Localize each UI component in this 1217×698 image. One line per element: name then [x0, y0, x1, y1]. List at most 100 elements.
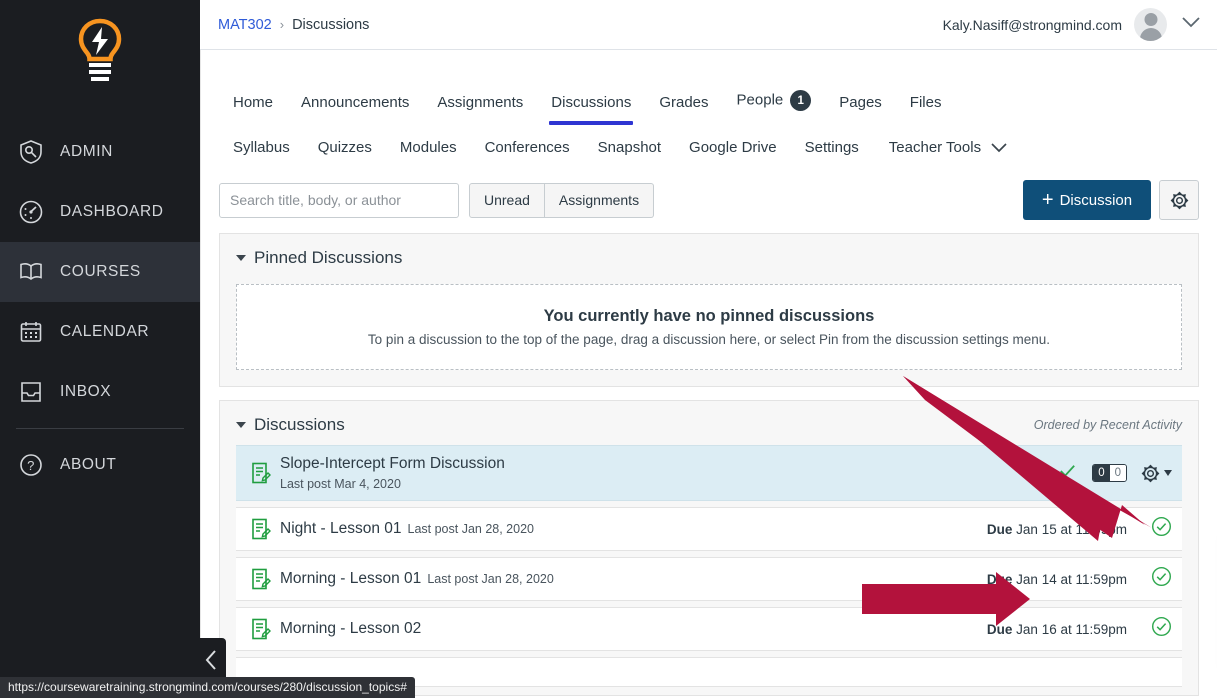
- top-bar-right: Kaly.Nasiff@strongmind.com: [943, 8, 1203, 41]
- discussion-main: Night - Lesson 01Last post Jan 28, 2020: [274, 520, 987, 538]
- gauge-icon: [16, 197, 46, 227]
- course-nav-row-2: Syllabus Quizzes Modules Conferences Sna…: [219, 131, 1199, 164]
- pinned-empty-dropzone[interactable]: You currently have no pinned discussions…: [236, 284, 1182, 370]
- tab-home[interactable]: Home: [219, 86, 287, 125]
- sidebar-item-about[interactable]: ? ABOUT: [0, 435, 200, 495]
- course-panel: Home Announcements Assignments Discussio…: [200, 50, 1217, 698]
- breadcrumb-course-link[interactable]: MAT302: [218, 17, 272, 33]
- question-circle-icon: ?: [16, 450, 46, 480]
- tab-snapshot[interactable]: Snapshot: [584, 131, 675, 164]
- pinned-discussions-section: Pinned Discussions You currently have no…: [219, 233, 1199, 387]
- tab-quizzes[interactable]: Quizzes: [304, 131, 386, 164]
- sidebar-item-admin[interactable]: ADMIN: [0, 122, 200, 182]
- tab-pages[interactable]: Pages: [825, 86, 896, 125]
- discussion-title[interactable]: Morning - Lesson 01 Last post Jan 28, 202…: [280, 570, 987, 588]
- tab-people[interactable]: People1: [723, 82, 826, 125]
- discussion-main: Morning - Lesson 02: [274, 620, 987, 638]
- teacher-tools-menu[interactable]: Teacher Tools: [889, 139, 1009, 156]
- tab-label: Modules: [400, 139, 457, 156]
- discussion-main: Morning - Lesson 01 Last post Jan 28, 202…: [274, 570, 987, 588]
- tab-syllabus[interactable]: Syllabus: [219, 131, 304, 164]
- table-row[interactable]: Night - Lesson 01Last post Jan 28, 2020 …: [236, 507, 1182, 551]
- tab-announcements[interactable]: Announcements: [287, 86, 423, 125]
- logo-container[interactable]: [0, 0, 200, 108]
- user-email-label: Kaly.Nasiff@strongmind.com: [943, 17, 1122, 33]
- discussion-title-text: Night - Lesson 01: [280, 520, 402, 537]
- user-menu-chevron-down-icon[interactable]: [1179, 15, 1203, 34]
- inbox-icon: [16, 377, 46, 407]
- discussion-title[interactable]: Morning - Lesson 02: [280, 620, 987, 638]
- discussion-icon: [248, 462, 274, 484]
- published-circle-check-icon[interactable]: [1151, 616, 1172, 642]
- tab-grades[interactable]: Grades: [645, 86, 722, 125]
- table-row[interactable]: Morning - Lesson 01 Last post Jan 28, 202…: [236, 557, 1182, 601]
- sidebar-collapse-button[interactable]: [196, 638, 226, 682]
- discussion-last-post: Last post Jan 28, 2020: [427, 572, 553, 586]
- tab-label: Announcements: [301, 94, 409, 111]
- discussion-icon: [248, 618, 274, 640]
- tab-label: Discussions: [551, 94, 631, 111]
- discussions-section: Discussions Ordered by Recent Activity S…: [219, 400, 1199, 696]
- sidebar-item-calendar[interactable]: CALENDAR: [0, 302, 200, 362]
- shield-key-icon: [16, 137, 46, 167]
- discussion-title-text: Morning - Lesson 01: [280, 570, 421, 587]
- tab-discussions[interactable]: Discussions: [537, 86, 645, 125]
- tab-assignments[interactable]: Assignments: [423, 86, 537, 125]
- unread-filter-button[interactable]: Unread: [469, 183, 545, 218]
- avatar[interactable]: [1134, 8, 1167, 41]
- sidebar-item-dashboard[interactable]: DASHBOARD: [0, 182, 200, 242]
- discussion-title[interactable]: Night - Lesson 01Last post Jan 28, 2020: [280, 520, 987, 538]
- ordered-by-label: Ordered by Recent Activity: [1034, 418, 1182, 432]
- tab-label: Google Drive: [689, 139, 777, 156]
- assignments-filter-button[interactable]: Assignments: [545, 183, 654, 218]
- tab-modules[interactable]: Modules: [386, 131, 471, 164]
- strongmind-lightbulb-logo: [77, 18, 123, 90]
- discussion-settings-button[interactable]: [1159, 180, 1199, 220]
- row-settings-menu-button[interactable]: [1141, 464, 1172, 483]
- teacher-tools-label: Teacher Tools: [889, 139, 981, 156]
- course-nav-row-1: Home Announcements Assignments Discussio…: [219, 82, 1199, 125]
- discussion-row-actions: 0 0: [1022, 460, 1172, 486]
- tab-google-drive[interactable]: Google Drive: [675, 131, 791, 164]
- tab-conferences[interactable]: Conferences: [471, 131, 584, 164]
- global-nav-list: ADMIN DASHBOARD COURSES CALENDAR: [0, 122, 200, 495]
- breadcrumb-current: Discussions: [292, 17, 369, 33]
- sidebar-item-courses[interactable]: COURSES: [0, 242, 200, 302]
- due-date: Jan 15 at 11:59pm: [1016, 522, 1127, 537]
- subscribed-check-icon[interactable]: [1057, 460, 1078, 486]
- tab-files[interactable]: Files: [896, 86, 956, 125]
- discussion-list: Slope-Intercept Form Discussion Last pos…: [220, 445, 1198, 695]
- published-circle-check-icon[interactable]: [1022, 460, 1043, 486]
- gear-icon: [1170, 191, 1189, 210]
- tab-label: Files: [910, 94, 942, 111]
- gear-icon: [1141, 464, 1160, 483]
- discussion-main: Slope-Intercept Form Discussion Last pos…: [274, 455, 1022, 491]
- status-badge: 0 0: [1092, 464, 1127, 482]
- table-row[interactable]: Slope-Intercept Form Discussion Last pos…: [236, 445, 1182, 501]
- pinned-section-header[interactable]: Pinned Discussions: [220, 234, 1198, 278]
- global-navigation-sidebar: ADMIN DASHBOARD COURSES CALENDAR: [0, 0, 200, 698]
- tab-label: Assignments: [437, 94, 523, 111]
- tab-label: Settings: [805, 139, 859, 156]
- tab-settings[interactable]: Settings: [791, 131, 873, 164]
- add-discussion-button[interactable]: + Discussion: [1023, 180, 1151, 220]
- due-label: Due: [987, 522, 1013, 537]
- table-row[interactable]: Morning - Lesson 02 Due Jan 16 at 11:59p…: [236, 607, 1182, 651]
- search-input[interactable]: [219, 183, 459, 218]
- chevron-down-icon: [989, 142, 1009, 154]
- tab-label: Grades: [659, 94, 708, 111]
- discussions-section-header[interactable]: Discussions Ordered by Recent Activity: [220, 401, 1198, 445]
- discussion-row-actions: [1151, 616, 1172, 642]
- discussion-title[interactable]: Slope-Intercept Form Discussion: [280, 455, 1022, 473]
- published-circle-check-icon[interactable]: [1151, 566, 1172, 592]
- discussion-icon: [248, 518, 274, 540]
- course-nav-tabs: Home Announcements Assignments Discussio…: [201, 50, 1217, 164]
- nav-divider: [16, 428, 184, 429]
- book-icon: [16, 257, 46, 287]
- content-area: MAT302 › Discussions Kaly.Nasiff@strongm…: [200, 0, 1217, 698]
- toolbar-right-actions: + Discussion: [1023, 180, 1199, 220]
- top-bar: MAT302 › Discussions Kaly.Nasiff@strongm…: [200, 0, 1217, 50]
- due-label: Due: [987, 622, 1013, 637]
- published-circle-check-icon[interactable]: [1151, 516, 1172, 542]
- sidebar-item-inbox[interactable]: INBOX: [0, 362, 200, 422]
